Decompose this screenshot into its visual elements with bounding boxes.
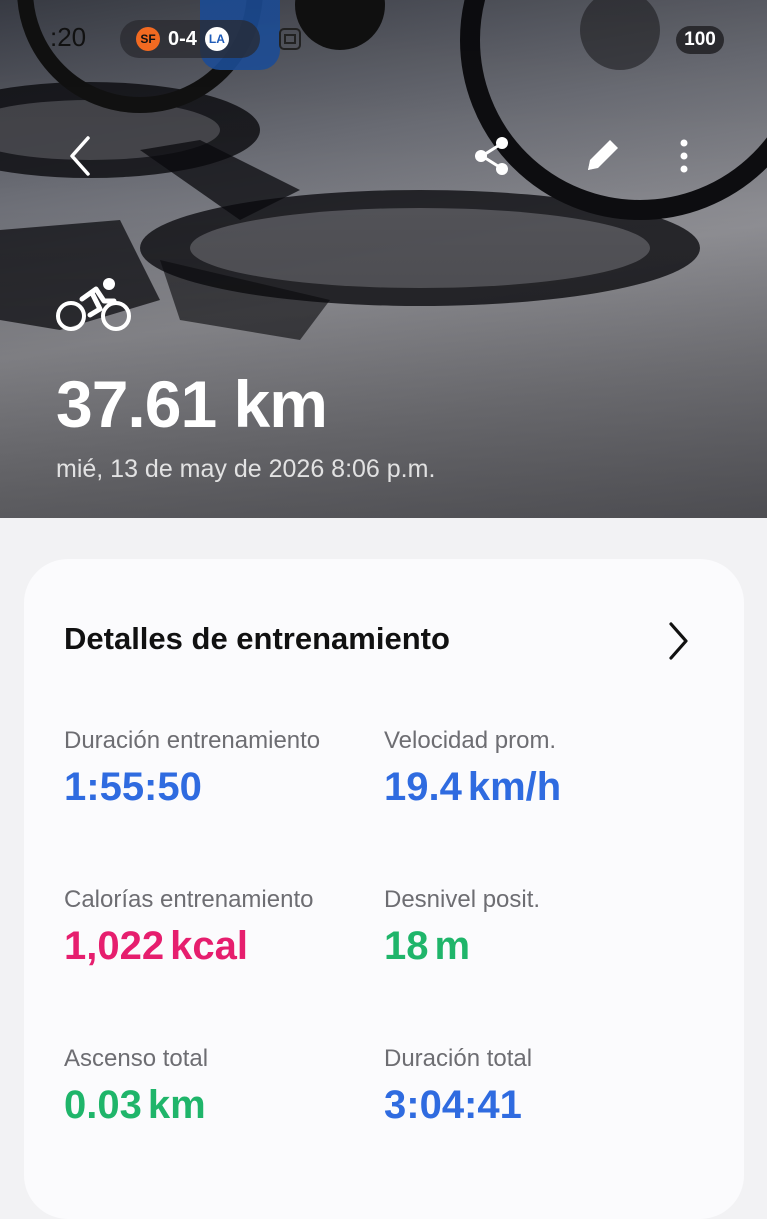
- edit-icon: [588, 140, 618, 170]
- sf-giants-logo: SF: [136, 27, 160, 51]
- stat-label: Desnivel posit.: [384, 886, 541, 913]
- stat-elevation-gain: Desnivel posit. 18 m: [384, 886, 540, 969]
- share-button[interactable]: [470, 134, 514, 178]
- more-options-button[interactable]: [668, 132, 700, 180]
- stat-label: Duración entrenamiento: [64, 727, 321, 754]
- share-icon: [475, 137, 508, 175]
- screenshot-icon: [279, 28, 301, 50]
- chevron-right-icon: [669, 622, 688, 660]
- edit-button[interactable]: [578, 132, 626, 180]
- la-dodgers-logo: LA: [204, 27, 229, 51]
- back-icon: [70, 136, 90, 176]
- workout-distance: 37.61 km: [56, 367, 328, 441]
- stat-value: 3:04:41: [384, 1083, 522, 1127]
- stat-label: Ascenso total: [64, 1045, 209, 1072]
- stat-value: 18 m: [384, 924, 471, 968]
- status-time: :20: [50, 22, 87, 52]
- more-icon: [680, 139, 688, 173]
- details-open-button[interactable]: [662, 619, 694, 663]
- stat-label: Calorías entrenamiento: [64, 886, 314, 913]
- stat-total-duration: Duración total 3:04:41: [384, 1045, 532, 1128]
- stat-workout-calories: Calorías entrenamiento 1,022 kcal: [64, 886, 313, 969]
- stat-average-speed: Velocidad prom. 19.4 km/h: [384, 727, 561, 810]
- workout-hero: :20 SF 0-4 LA 100 37.61 km mié, 13 de ma…: [0, 0, 767, 518]
- stat-value: 19.4 km/h: [384, 765, 562, 809]
- workout-datetime: mié, 13 de may de 2026 8:06 p.m.: [56, 455, 436, 483]
- stat-total-ascent: Ascenso total 0.03 km: [64, 1045, 208, 1128]
- live-score-pill[interactable]: SF 0-4 LA: [120, 20, 260, 58]
- score-text: 0-4: [168, 27, 197, 50]
- stat-workout-duration: Duración entrenamiento 1:55:50: [64, 727, 320, 810]
- back-button[interactable]: [62, 132, 106, 180]
- cycling-icon: [56, 278, 131, 331]
- stat-label: Duración total: [384, 1045, 533, 1072]
- stat-label: Velocidad prom.: [384, 727, 557, 754]
- stat-value: 1,022 kcal: [64, 924, 248, 968]
- workout-details-card[interactable]: Detalles de entrenamiento Duración entre…: [24, 559, 744, 1219]
- details-title: Detalles de entrenamiento: [64, 621, 450, 656]
- stat-value: 0.03 km: [64, 1083, 206, 1127]
- battery-indicator: 100: [676, 26, 724, 54]
- stat-value: 1:55:50: [64, 765, 202, 809]
